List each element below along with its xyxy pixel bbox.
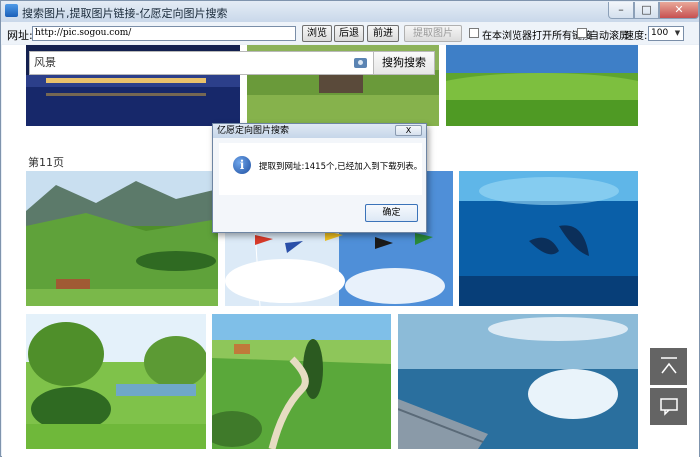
info-icon: i — [233, 156, 251, 174]
auto-scroll-checkbox[interactable] — [577, 28, 587, 38]
speed-select[interactable]: 100 ▼ — [648, 26, 684, 41]
search-button[interactable]: 搜狗搜索 — [373, 51, 435, 75]
ok-button[interactable]: 确定 — [365, 204, 418, 222]
image-thumbnail[interactable] — [26, 171, 218, 306]
app-window: 搜索图片,提取图片链接-亿愿定向图片搜索 – □ ✕ 网址: http://pi… — [0, 0, 700, 457]
open-all-checkbox[interactable] — [469, 28, 479, 38]
toolbar: 网址: http://pic.sogou.com/ 浏览 后退 前进 提取图片 … — [1, 22, 699, 44]
image-thumbnail[interactable] — [459, 171, 638, 306]
open-all-label: 在本浏览器打开所有链接 — [482, 31, 592, 42]
feedback-button[interactable] — [650, 388, 687, 425]
page-label: 第11页 — [28, 156, 64, 169]
feedback-icon — [660, 398, 678, 416]
browser-view: 第11页 风景 搜狗搜索 — [2, 45, 699, 457]
back-to-top-button[interactable] — [650, 348, 687, 385]
browse-button[interactable]: 浏览 — [302, 25, 332, 42]
app-icon — [5, 4, 18, 17]
back-to-top-icon — [661, 357, 677, 374]
window-title: 搜索图片,提取图片链接-亿愿定向图片搜索 — [22, 7, 228, 20]
url-label: 网址: — [7, 29, 33, 42]
chevron-down-icon: ▼ — [674, 29, 681, 37]
forward-button[interactable]: 前进 — [367, 25, 399, 42]
image-thumbnail[interactable] — [212, 314, 391, 449]
search-bar: 风景 搜狗搜索 — [29, 51, 435, 75]
image-thumbnail[interactable] — [398, 314, 638, 449]
maximize-button[interactable]: □ — [634, 2, 659, 19]
image-thumbnail[interactable] — [26, 314, 206, 449]
image-thumbnail[interactable] — [446, 45, 638, 126]
extract-images-button[interactable]: 提取图片 — [404, 25, 462, 42]
title-bar: 搜索图片,提取图片链接-亿愿定向图片搜索 – □ ✕ — [1, 1, 699, 23]
dialog-message: 提取到网址:1415个,已经加入到下载列表。 — [259, 162, 423, 172]
dialog-body: i 提取到网址:1415个,已经加入到下载列表。 — [219, 143, 422, 195]
speed-label: 速度: — [624, 31, 648, 42]
minimize-button[interactable]: – — [608, 2, 634, 19]
search-input[interactable]: 风景 — [29, 51, 374, 75]
camera-icon[interactable] — [354, 58, 367, 68]
back-button[interactable]: 后退 — [334, 25, 364, 42]
close-button[interactable]: ✕ — [659, 2, 699, 19]
url-input[interactable]: http://pic.sogou.com/ — [32, 26, 296, 41]
auto-scroll-label: 自动滚屏 — [589, 31, 629, 42]
message-dialog: 亿愿定向图片搜索 X i 提取到网址:1415个,已经加入到下载列表。 确定 — [212, 123, 427, 233]
dialog-close-button[interactable]: X — [395, 125, 422, 136]
speed-value: 100 — [651, 28, 669, 38]
